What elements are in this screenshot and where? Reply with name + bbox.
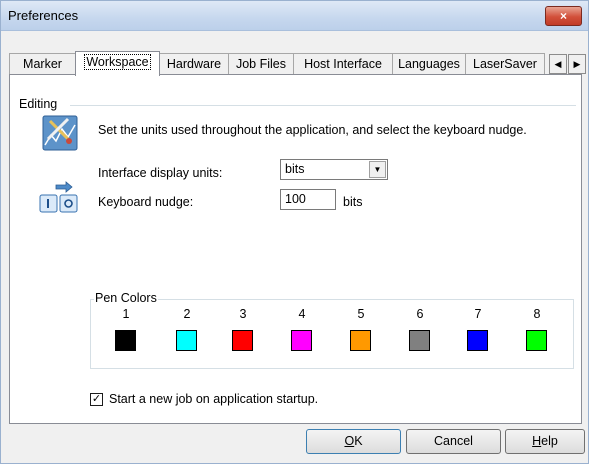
startup-label[interactable]: Start a new job on application startup. [109,392,318,406]
editing-tools-icon [42,115,78,151]
tab-languages[interactable]: Languages [392,53,466,75]
pen-color-swatch-5[interactable] [350,330,371,351]
tab-lasersaver[interactable]: LaserSaver [465,53,545,75]
chevron-down-icon[interactable]: ▼ [369,161,386,178]
pen-colors-group [90,299,574,369]
pen-color-swatch-8[interactable] [526,330,547,351]
cancel-button[interactable]: Cancel [406,429,501,454]
pen-color-swatch-4[interactable] [291,330,312,351]
startup-checkbox[interactable]: ✓ [90,393,103,406]
pen-number: 4 [298,307,306,321]
nudge-label: Keyboard nudge: [98,195,194,209]
workspace-panel: Editing Set the units used throughout th… [9,74,582,424]
pen-number: 6 [416,307,424,321]
editing-description: Set the units used throughout the applic… [98,123,527,137]
tab-job-files[interactable]: Job Files [228,53,294,75]
tab-workspace[interactable]: Workspace [75,51,160,76]
tab-strip: Marker Workspace Hardware Job Files Host… [9,51,587,76]
tab-hardware[interactable]: Hardware [159,53,229,75]
editing-divider [70,105,576,106]
pen-colors-label: Pen Colors [94,291,158,305]
pen-color-swatch-7[interactable] [467,330,488,351]
pen-number: 8 [533,307,541,321]
pen-color-swatch-1[interactable] [115,330,136,351]
preferences-dialog: Preferences × Marker Workspace Hardware … [0,0,589,464]
pen-number: 1 [122,307,130,321]
tab-scroll-left-icon[interactable]: ◀ [549,54,567,74]
ok-button[interactable]: OK [306,429,401,454]
help-button[interactable]: Help [505,429,585,454]
keyboard-nudge-icon [39,181,78,213]
units-dropdown[interactable]: bits ▼ [280,159,388,180]
tab-scroll-right-icon[interactable]: ▶ [568,54,586,74]
pen-color-swatch-6[interactable] [409,330,430,351]
pen-color-swatch-2[interactable] [176,330,197,351]
tab-marker[interactable]: Marker [9,53,76,75]
window-title: Preferences [8,8,79,23]
nudge-unit: bits [343,195,363,209]
pen-number: 5 [357,307,365,321]
editing-group-label: Editing [19,97,58,111]
pen-number: 3 [239,307,247,321]
close-button[interactable]: × [545,6,582,26]
units-label: Interface display units: [98,166,223,180]
nudge-input[interactable]: 100 [280,189,336,210]
pen-color-swatch-3[interactable] [232,330,253,351]
title-bar[interactable]: Preferences × [1,1,588,31]
pen-number: 2 [183,307,191,321]
tab-host-interface[interactable]: Host Interface [293,53,393,75]
pen-number: 7 [474,307,482,321]
units-value: bits [285,162,305,176]
